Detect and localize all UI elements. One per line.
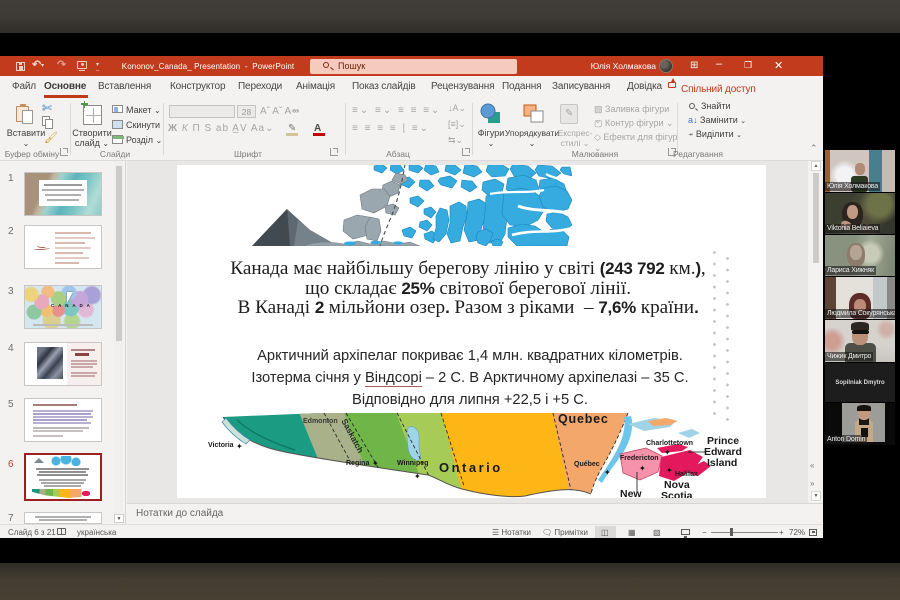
- svg-text:New: New: [620, 488, 642, 498]
- svg-text:Charlottetown: Charlottetown: [646, 440, 693, 447]
- svg-text:✦: ✦: [604, 468, 611, 477]
- svg-text:Victoria: Victoria: [208, 442, 234, 449]
- svg-text:Edmonton: Edmonton: [303, 418, 338, 425]
- svg-text:✦: ✦: [414, 472, 421, 481]
- svg-text:Fredericton: Fredericton: [620, 455, 659, 462]
- svg-text:Winnipeg: Winnipeg: [397, 460, 428, 467]
- svg-text:✦: ✦: [666, 466, 673, 475]
- svg-text:✦: ✦: [372, 459, 379, 468]
- svg-text:✦: ✦: [639, 464, 646, 473]
- svg-text:✦: ✦: [664, 448, 671, 457]
- svg-text:✦: ✦: [236, 442, 243, 451]
- svg-text:Island: Island: [707, 457, 737, 469]
- svg-text:Regina: Regina: [346, 460, 369, 467]
- svg-text:Halifax: Halifax: [675, 471, 698, 478]
- svg-text:Scotia: Scotia: [661, 490, 693, 498]
- svg-text:Quebec: Quebec: [558, 412, 609, 426]
- svg-text:Québec: Québec: [574, 461, 600, 468]
- svg-text:Ontario: Ontario: [439, 460, 503, 475]
